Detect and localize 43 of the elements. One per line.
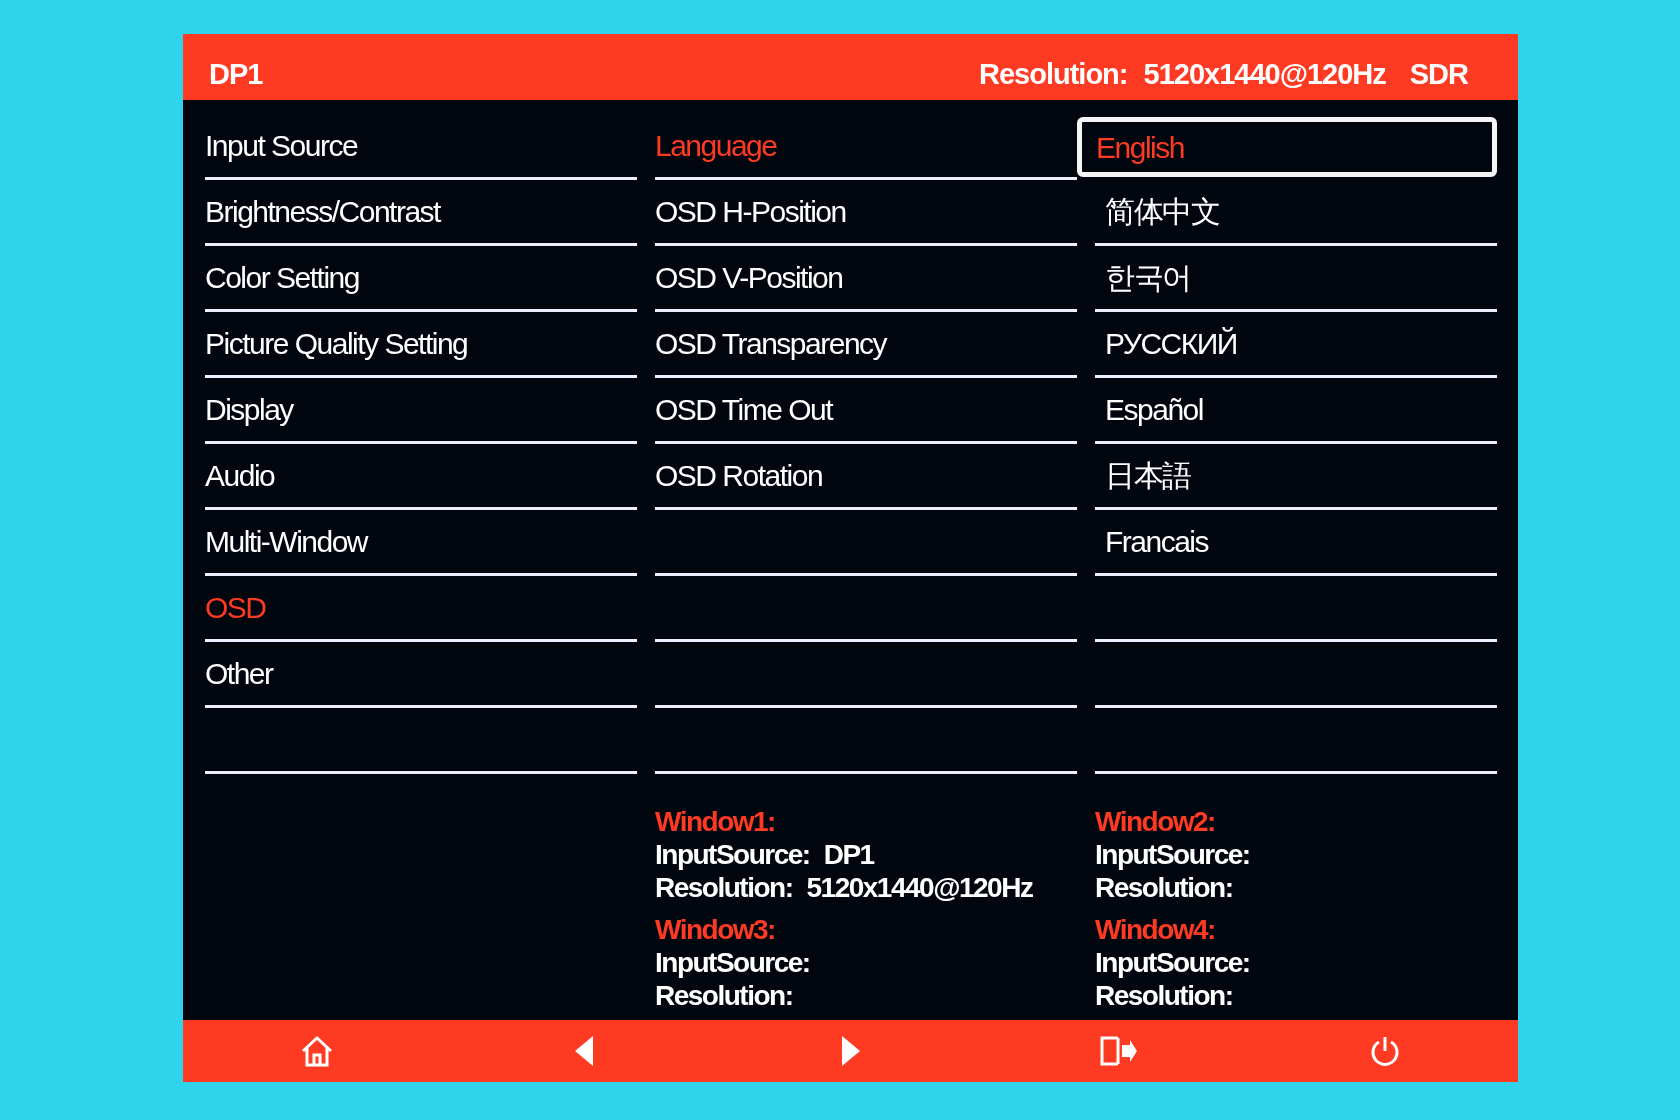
resolution-label: Resolution:	[655, 871, 793, 904]
dynamic-range: SDR	[1409, 56, 1468, 92]
language-option[interactable]: English	[1077, 117, 1497, 177]
window-title: Window4:	[1095, 912, 1216, 946]
window-title: Window3:	[655, 912, 776, 946]
window-title: Window1:	[655, 805, 776, 838]
menu-item[interactable]: OSD	[205, 585, 266, 630]
language-option[interactable]: Español	[1095, 379, 1497, 440]
resolution-label: Resolution:	[655, 978, 793, 1012]
resolution-label: Resolution:	[1095, 978, 1233, 1012]
language-option[interactable]: РУССКИЙ	[1095, 313, 1497, 374]
language-option[interactable]: 한국어	[1095, 247, 1497, 308]
resolution-label: Resolution:	[1095, 871, 1233, 904]
window-title: Window2:	[1095, 805, 1216, 838]
menu-item[interactable]: Multi-Window	[205, 519, 368, 564]
submenu-item[interactable]: OSD Time Out	[655, 387, 833, 432]
language-option[interactable]: 简体中文	[1095, 181, 1497, 242]
submenu-item[interactable]: OSD H-Position	[655, 189, 846, 234]
resolution-value: 5120x1440@120Hz	[1143, 56, 1386, 92]
home-icon[interactable]	[299, 1035, 334, 1067]
input-source-label: InputSource:	[655, 838, 810, 871]
input-source-label: InputSource:	[1095, 945, 1250, 979]
resolution-value: 5120x1440@120Hz	[806, 871, 1033, 904]
language-option[interactable]: Francais	[1095, 511, 1497, 572]
left-arrow-icon[interactable]	[573, 1035, 594, 1067]
menu-item[interactable]: Audio	[205, 453, 275, 498]
submenu-item[interactable]: OSD Rotation	[655, 453, 823, 498]
menu-item[interactable]: Brightness/Contrast	[205, 189, 440, 234]
menu-item[interactable]: Input Source	[205, 123, 358, 168]
resolution-label: Resolution:	[979, 56, 1128, 92]
submenu-item[interactable]: OSD Transparency	[655, 321, 887, 366]
input-source-value: DP1	[823, 838, 874, 871]
submenu-item[interactable]: OSD V-Position	[655, 255, 843, 300]
input-source-label: InputSource:	[1095, 838, 1250, 871]
menu-item[interactable]: Display	[205, 387, 293, 432]
language-option[interactable]: 日本語	[1095, 445, 1497, 506]
input-name: DP1	[209, 56, 263, 92]
right-arrow-icon[interactable]	[840, 1035, 861, 1067]
input-source-label: InputSource:	[655, 945, 810, 979]
menu-item[interactable]: Color Setting	[205, 255, 359, 300]
menu-item[interactable]: Other	[205, 651, 273, 696]
submenu-item[interactable]: Language	[655, 123, 777, 168]
menu-item[interactable]: Picture Quality Setting	[205, 321, 468, 366]
